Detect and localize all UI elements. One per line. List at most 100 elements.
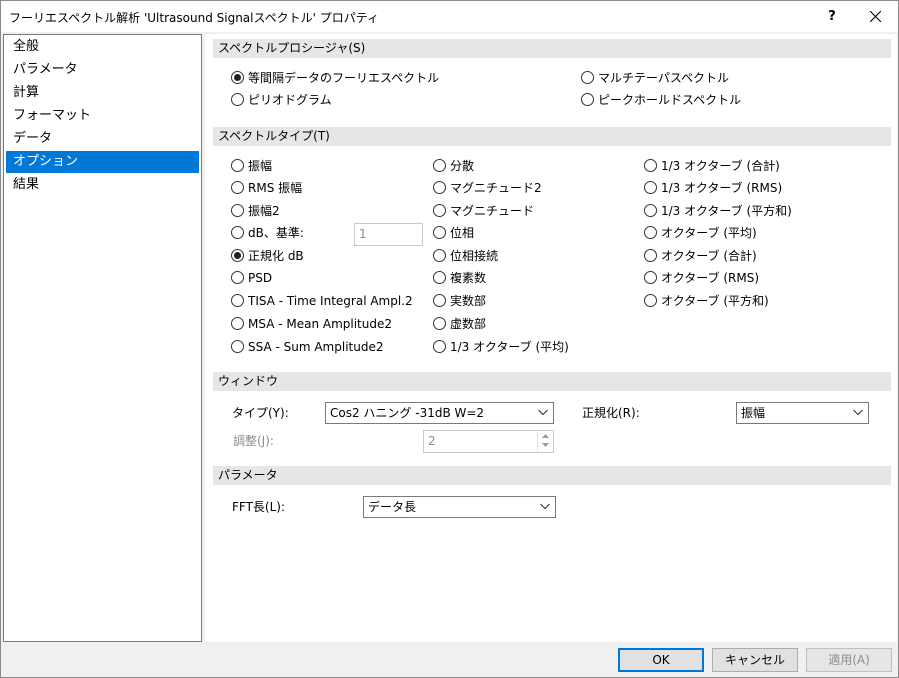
- type-radio-complex[interactable]: 複素数: [433, 269, 486, 287]
- normalize-value: 振幅: [741, 406, 766, 420]
- radio-circle: [433, 317, 446, 330]
- radio-circle: [433, 249, 446, 262]
- fft-length-select[interactable]: データ長: [363, 496, 556, 518]
- type-radio-variance[interactable]: 分散: [433, 157, 474, 175]
- type-radio-octave-sumsq[interactable]: オクターブ (平方和): [644, 292, 769, 310]
- spin-down-icon: [542, 443, 549, 447]
- type-radio-msa[interactable]: MSA - Mean Amplitude2: [231, 315, 392, 333]
- radio-label: 等間隔データのフーリエスペクトル: [248, 71, 440, 85]
- spinner-arrows[interactable]: [537, 431, 553, 452]
- radio-label: 分散: [450, 159, 475, 173]
- close-button[interactable]: [854, 1, 898, 32]
- radio-label: 正規化 dB: [248, 249, 304, 263]
- radio-circle: [433, 204, 446, 217]
- radio-circle: [581, 71, 594, 84]
- sidebar-item-results[interactable]: 結果: [6, 174, 199, 196]
- type-radio-third-octave-rms[interactable]: 1/3 オクターブ (RMS): [644, 179, 782, 197]
- type-radio-psd[interactable]: PSD: [231, 269, 272, 287]
- sidebar-item-calculation[interactable]: 計算: [6, 82, 199, 104]
- radio-circle: [231, 204, 244, 217]
- sidebar-item-parameters[interactable]: パラメータ: [6, 59, 199, 81]
- radio-circle: [231, 271, 244, 284]
- spectrum-procedure-header: スペクトルプロシージャ(S): [213, 39, 891, 58]
- radio-label: 位相接続: [450, 249, 499, 263]
- procedure-radio-equal-fourier[interactable]: 等間隔データのフーリエスペクトル: [231, 69, 439, 87]
- adjust-value: 2: [428, 434, 436, 448]
- radio-label: オクターブ (平方和): [661, 294, 769, 308]
- type-radio-db-reference[interactable]: dB、基準:: [231, 224, 304, 242]
- radio-label: TISA - Time Integral Ampl.2: [248, 294, 413, 308]
- radio-circle: [433, 226, 446, 239]
- sidebar-item-format[interactable]: フォーマット: [6, 105, 199, 127]
- radio-circle: [231, 93, 244, 106]
- window-type-select[interactable]: Cos2 ハニング -31dB W=2: [325, 402, 554, 424]
- parameters-section-header: パラメータ: [213, 466, 891, 485]
- db-reference-input[interactable]: 1: [354, 223, 423, 246]
- window-title: フーリエスペクトル解析 'Ultrasound Signalスペクトル' プロパ…: [9, 11, 380, 25]
- apply-button[interactable]: 適用(A): [806, 648, 892, 672]
- radio-label: MSA - Mean Amplitude2: [248, 317, 392, 331]
- type-radio-real-part[interactable]: 実数部: [433, 292, 486, 310]
- type-radio-rms-amplitude[interactable]: RMS 振幅: [231, 179, 302, 197]
- cancel-button[interactable]: キャンセル: [712, 648, 798, 672]
- window-section-header: ウィンドウ: [213, 372, 891, 391]
- procedure-radio-multitaper[interactable]: マルチテーパスペクトル: [581, 69, 729, 87]
- radio-label: 1/3 オクターブ (RMS): [661, 181, 783, 195]
- adjust-spinner[interactable]: 2: [423, 430, 554, 453]
- radio-circle: [231, 317, 244, 330]
- radio-circle: [433, 294, 446, 307]
- radio-circle: [644, 271, 657, 284]
- type-radio-magnitude[interactable]: マグニチュード: [433, 202, 534, 220]
- radio-circle: [644, 159, 657, 172]
- radio-circle: [231, 226, 244, 239]
- type-radio-ssa[interactable]: SSA - Sum Amplitude2: [231, 338, 383, 356]
- radio-circle: [231, 71, 244, 84]
- spin-up-icon: [542, 434, 549, 438]
- options-panel: スペクトルプロシージャ(S) 等間隔データのフーリエスペクトル マルチテーパスペ…: [205, 34, 897, 642]
- type-radio-amplitude-squared[interactable]: 振幅2: [231, 202, 280, 220]
- radio-label: 振幅2: [248, 204, 280, 218]
- radio-label: 位相: [450, 226, 475, 240]
- chevron-down-icon: [853, 409, 863, 416]
- radio-label: SSA - Sum Amplitude2: [248, 340, 384, 354]
- radio-label: マルチテーパスペクトル: [598, 71, 730, 85]
- type-radio-octave-mean[interactable]: オクターブ (平均): [644, 224, 757, 242]
- procedure-radio-peakhold[interactable]: ピークホールドスペクトル: [581, 91, 741, 109]
- type-radio-third-octave-sumsq[interactable]: 1/3 オクターブ (平方和): [644, 202, 792, 220]
- type-radio-octave-rms[interactable]: オクターブ (RMS): [644, 269, 759, 287]
- category-list: 全般 パラメータ 計算 フォーマット データ オプション 結果: [3, 34, 202, 642]
- help-button[interactable]: ?: [813, 1, 851, 32]
- radio-circle: [433, 271, 446, 284]
- type-radio-third-octave-mean[interactable]: 1/3 オクターブ (平均): [433, 338, 569, 356]
- fft-length-value: データ長: [368, 500, 417, 514]
- sidebar-item-data[interactable]: データ: [6, 128, 199, 150]
- type-radio-tisa[interactable]: TISA - Time Integral Ampl.2: [231, 292, 413, 310]
- radio-circle: [644, 204, 657, 217]
- close-icon: [870, 11, 881, 22]
- radio-circle: [644, 181, 657, 194]
- normalize-select[interactable]: 振幅: [736, 402, 869, 424]
- radio-circle: [231, 249, 244, 262]
- radio-label: マグニチュード2: [450, 181, 542, 195]
- radio-circle: [231, 340, 244, 353]
- radio-label: オクターブ (RMS): [661, 271, 760, 285]
- type-radio-magnitude-squared[interactable]: マグニチュード2: [433, 179, 542, 197]
- type-radio-amplitude[interactable]: 振幅: [231, 157, 272, 175]
- radio-label: 1/3 オクターブ (合計): [661, 159, 780, 173]
- ok-button[interactable]: OK: [618, 648, 704, 672]
- type-radio-phase[interactable]: 位相: [433, 224, 474, 242]
- radio-circle: [644, 294, 657, 307]
- sidebar-item-options[interactable]: オプション: [6, 151, 199, 173]
- type-radio-third-octave-sum[interactable]: 1/3 オクターブ (合計): [644, 157, 780, 175]
- type-radio-normalized-db[interactable]: 正規化 dB: [231, 247, 304, 265]
- radio-circle: [644, 226, 657, 239]
- radio-label: 実数部: [450, 294, 487, 308]
- radio-label: オクターブ (合計): [661, 249, 757, 263]
- type-radio-imaginary-part[interactable]: 虚数部: [433, 315, 486, 333]
- type-radio-octave-sum[interactable]: オクターブ (合計): [644, 247, 757, 265]
- radio-label: ピークホールドスペクトル: [598, 93, 742, 107]
- sidebar-item-general[interactable]: 全般: [6, 36, 199, 58]
- radio-label: マグニチュード: [450, 204, 535, 218]
- procedure-radio-periodogram[interactable]: ピリオドグラム: [231, 91, 332, 109]
- type-radio-unwrapped-phase[interactable]: 位相接続: [433, 247, 498, 265]
